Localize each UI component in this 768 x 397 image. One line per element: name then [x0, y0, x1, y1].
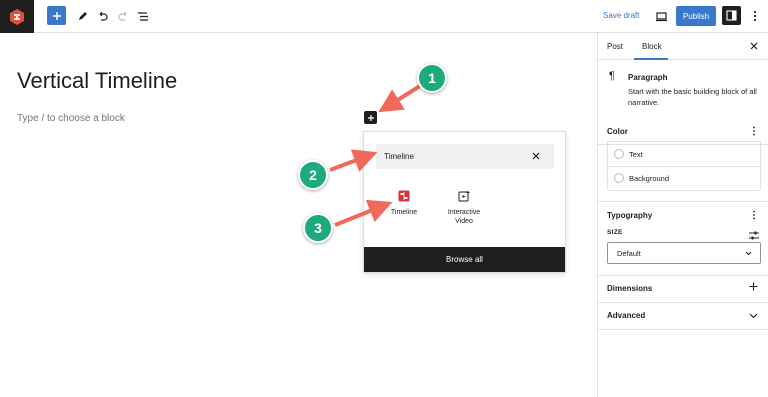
- plus-icon: [749, 282, 758, 291]
- callout-badge-3: 3: [303, 213, 333, 243]
- dimensions-panel-title[interactable]: Dimensions: [607, 284, 652, 293]
- callout-badge-2: 2: [298, 160, 328, 190]
- color-settings-box: Text Background: [607, 141, 762, 191]
- arrow-1: [378, 84, 422, 113]
- chevron-down-icon: [745, 249, 752, 258]
- settings-sidebar: Post Block ¶ Paragraph Start with the ba…: [597, 33, 768, 397]
- paragraph-icon: ¶: [609, 70, 615, 82]
- chevron-down-icon: [749, 313, 758, 319]
- color-options-button[interactable]: [752, 126, 756, 139]
- arrow-3: [334, 199, 393, 227]
- divider: [598, 201, 768, 202]
- color-swatch-icon: [614, 173, 624, 183]
- callout-badge-1: 1: [417, 63, 447, 93]
- advanced-toggle-button[interactable]: [749, 310, 758, 322]
- arrow-2: [329, 149, 378, 172]
- tab-post[interactable]: Post: [607, 42, 623, 51]
- settings-sliders-icon: [749, 231, 759, 240]
- font-size-label: SIZE: [607, 229, 623, 236]
- typography-options-button[interactable]: [752, 210, 756, 223]
- divider: [598, 329, 768, 330]
- more-vertical-icon: [753, 126, 755, 136]
- color-swatch-icon: [614, 149, 624, 159]
- block-description: Start with the basic building block of a…: [628, 87, 757, 107]
- tab-block[interactable]: Block: [642, 42, 662, 51]
- color-panel-title[interactable]: Color: [607, 127, 628, 136]
- close-sidebar-button[interactable]: [749, 41, 759, 51]
- divider: [598, 275, 768, 276]
- background-color-option[interactable]: Background: [608, 166, 762, 191]
- more-vertical-icon: [753, 210, 755, 220]
- sidebar-tabs: Post Block: [598, 33, 768, 60]
- typography-panel-title[interactable]: Typography: [607, 211, 652, 220]
- color-option-label: Background: [629, 174, 670, 183]
- advanced-panel-title[interactable]: Advanced: [607, 311, 645, 320]
- block-name: Paragraph: [628, 73, 668, 82]
- font-size-select[interactable]: Default: [607, 242, 761, 264]
- font-size-value: Default: [617, 249, 641, 258]
- color-option-label: Text: [629, 150, 643, 159]
- dimensions-add-button[interactable]: [749, 282, 758, 294]
- close-icon: [750, 42, 758, 50]
- divider: [598, 302, 768, 303]
- text-color-option[interactable]: Text: [608, 142, 762, 167]
